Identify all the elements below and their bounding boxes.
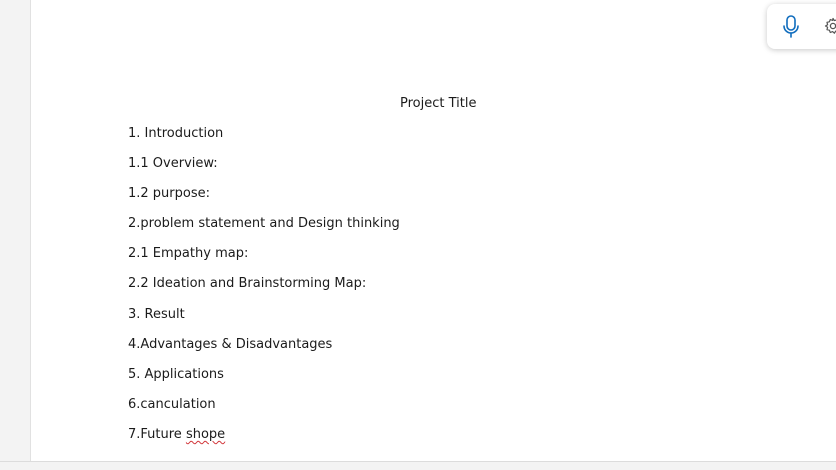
- document-page[interactable]: Project Title 1. Introduction 1.1 Overvi…: [30, 0, 836, 461]
- spelling-error-word[interactable]: shope: [186, 427, 225, 442]
- toc-line-future-prefix: 7.Future: [128, 427, 186, 442]
- microphone-icon: [783, 15, 799, 38]
- toc-line-advantages: 4.Advantages & Disadvantages: [128, 337, 333, 352]
- toc-line-future-scope: 7.Future shope: [128, 427, 225, 443]
- toc-line-applications: 5. Applications: [128, 367, 224, 382]
- toc-line-result: 3. Result: [128, 307, 185, 322]
- toc-line-canculation: 6.canculation: [128, 397, 216, 412]
- workspace-left-margin: [0, 0, 30, 461]
- toc-line-overview: 1.1 Overview:: [128, 156, 218, 171]
- toc-line-introduction: 1. Introduction: [128, 126, 224, 141]
- toc-line-purpose: 1.2 purpose:: [128, 186, 210, 201]
- dictation-toolbar: [767, 4, 836, 49]
- word-app-window: Project Title 1. Introduction 1.1 Overvi…: [0, 0, 836, 470]
- toc-line-ideation-map: 2.2 Ideation and Brainstorming Map:: [128, 276, 367, 291]
- toc-line-problem-statement: 2.problem statement and Design thinking: [128, 216, 400, 231]
- toc-line-empathy-map: 2.1 Empathy map:: [128, 246, 249, 261]
- dictate-button[interactable]: [780, 14, 802, 40]
- document-title: Project Title: [400, 96, 477, 111]
- gear-icon: [824, 17, 836, 34]
- status-bar: [0, 461, 836, 470]
- dictation-settings-button[interactable]: [823, 16, 836, 36]
